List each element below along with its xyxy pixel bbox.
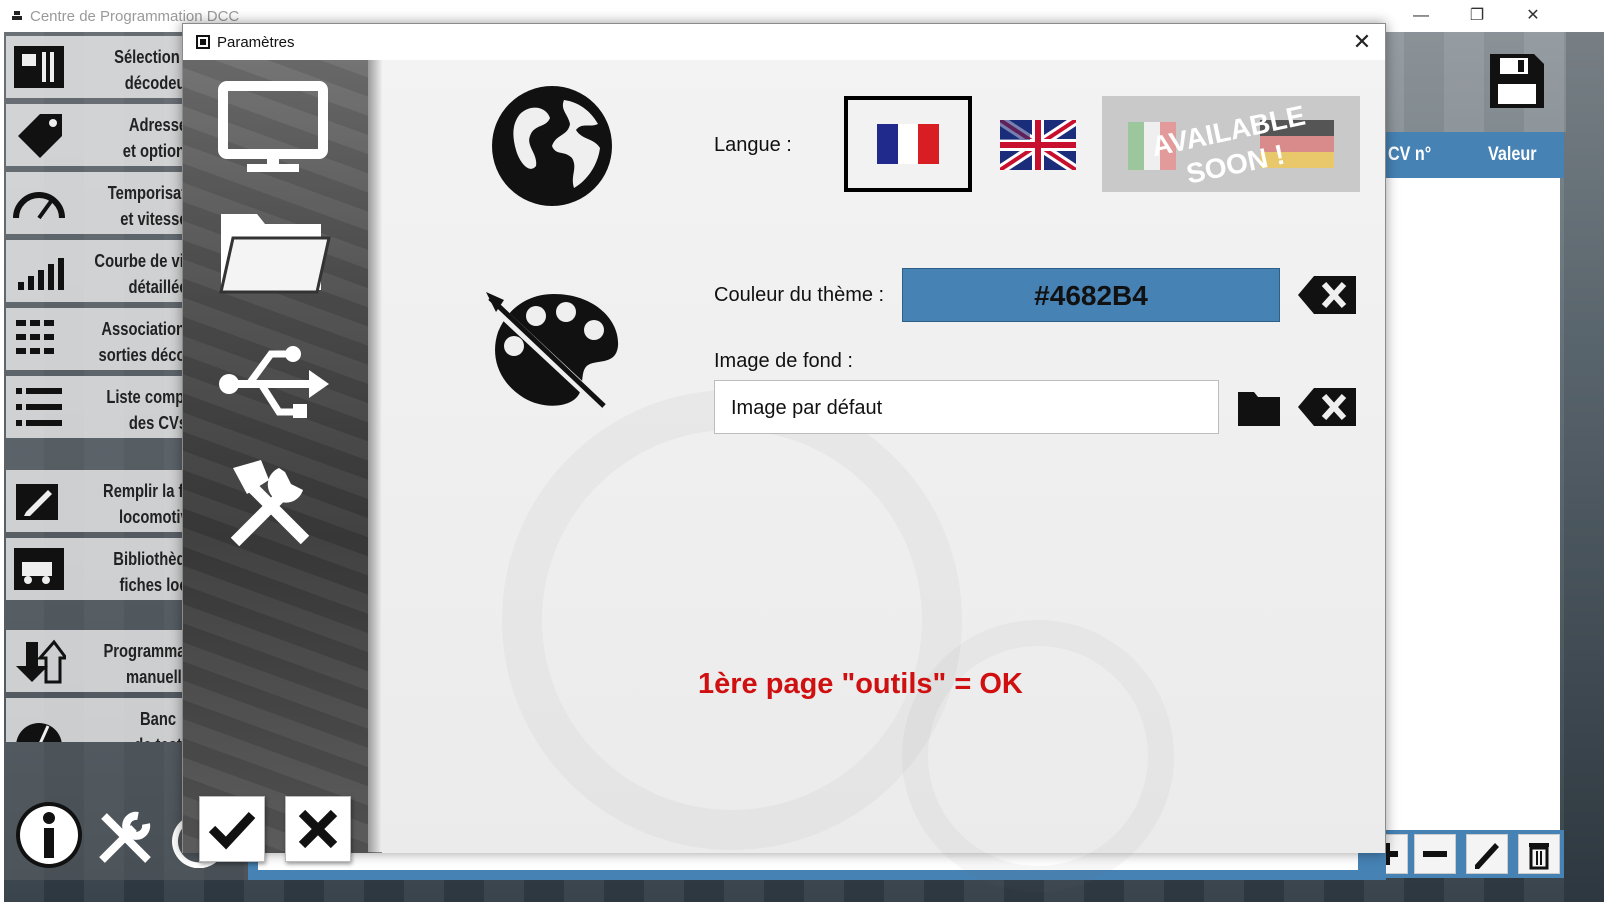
tag-icon bbox=[18, 114, 62, 158]
grid-icon bbox=[16, 320, 54, 354]
france-flag-icon bbox=[877, 124, 939, 164]
minimize-button[interactable]: — bbox=[1406, 6, 1436, 26]
globe-icon bbox=[492, 86, 612, 206]
check-icon bbox=[208, 811, 256, 850]
language-label: Langue : bbox=[714, 134, 792, 156]
cross-icon bbox=[298, 809, 338, 849]
tools-icon[interactable] bbox=[213, 450, 333, 550]
confirm-button[interactable] bbox=[199, 796, 265, 862]
app-window: Centre de Programmation DCC — ❐ ✕ Sélect… bbox=[0, 0, 1607, 905]
dialog-titlebar: Paramètres ✕ bbox=[183, 24, 1385, 60]
column-value: Valeur bbox=[1488, 144, 1537, 165]
clear-image-icon[interactable] bbox=[1298, 388, 1356, 426]
trash-icon bbox=[1529, 843, 1549, 870]
delete-button[interactable] bbox=[1518, 834, 1560, 874]
bar-chart-icon bbox=[18, 258, 64, 290]
coming-soon-text: AVAILABLE SOON ! bbox=[1148, 99, 1308, 190]
column-cv: CV n° bbox=[1388, 144, 1432, 165]
maximize-button[interactable]: ❐ bbox=[1462, 6, 1492, 26]
browse-folder-icon[interactable] bbox=[1236, 388, 1282, 428]
coming-soon-languages: AVAILABLE SOON ! bbox=[1102, 96, 1360, 192]
tools-icon[interactable] bbox=[94, 806, 156, 868]
app-icon bbox=[12, 11, 22, 20]
cv-table-header: CV n° Valeur bbox=[1386, 132, 1564, 178]
uk-flag-button[interactable] bbox=[1000, 120, 1076, 170]
decoder-chip-icon bbox=[14, 46, 64, 88]
remove-button[interactable] bbox=[1414, 834, 1456, 874]
close-button[interactable]: ✕ bbox=[1518, 6, 1548, 26]
theme-color-field[interactable]: #4682B4 bbox=[902, 268, 1280, 322]
dialog-title: Paramètres bbox=[217, 34, 295, 51]
remove-icon bbox=[1423, 851, 1447, 857]
list-icon bbox=[16, 388, 62, 426]
usb-icon[interactable] bbox=[213, 330, 333, 430]
monitor-icon[interactable] bbox=[213, 80, 333, 180]
nav-shadow bbox=[368, 60, 382, 853]
save-icon[interactable] bbox=[1486, 50, 1548, 112]
info-icon[interactable] bbox=[14, 800, 84, 870]
edit-button[interactable] bbox=[1466, 834, 1508, 874]
palette-icon bbox=[484, 292, 619, 412]
clear-color-icon[interactable] bbox=[1298, 276, 1356, 314]
flag-fr-button[interactable] bbox=[844, 96, 972, 192]
annotation-note: 1ère page "outils" = OK bbox=[698, 668, 1023, 700]
cancel-button[interactable] bbox=[285, 796, 351, 862]
folder-icon[interactable] bbox=[213, 200, 333, 300]
speedometer-icon bbox=[13, 192, 65, 220]
gauge-icon bbox=[16, 723, 62, 742]
settings-nav bbox=[183, 60, 368, 862]
background-image-label: Image de fond : bbox=[714, 350, 853, 372]
chip-icon bbox=[196, 35, 210, 49]
transfer-icon bbox=[16, 639, 66, 684]
background-image-field[interactable]: Image par défaut bbox=[714, 380, 1219, 434]
save-area bbox=[1386, 32, 1566, 132]
locomotive-icon bbox=[14, 548, 64, 590]
cv-table-body[interactable] bbox=[1386, 178, 1560, 830]
pencil-icon bbox=[1475, 843, 1499, 869]
edit-icon bbox=[16, 484, 58, 520]
cv-toolbar bbox=[1366, 830, 1564, 878]
dialog-close-button[interactable]: ✕ bbox=[1349, 30, 1375, 54]
theme-color-label: Couleur du thème : bbox=[714, 284, 885, 306]
